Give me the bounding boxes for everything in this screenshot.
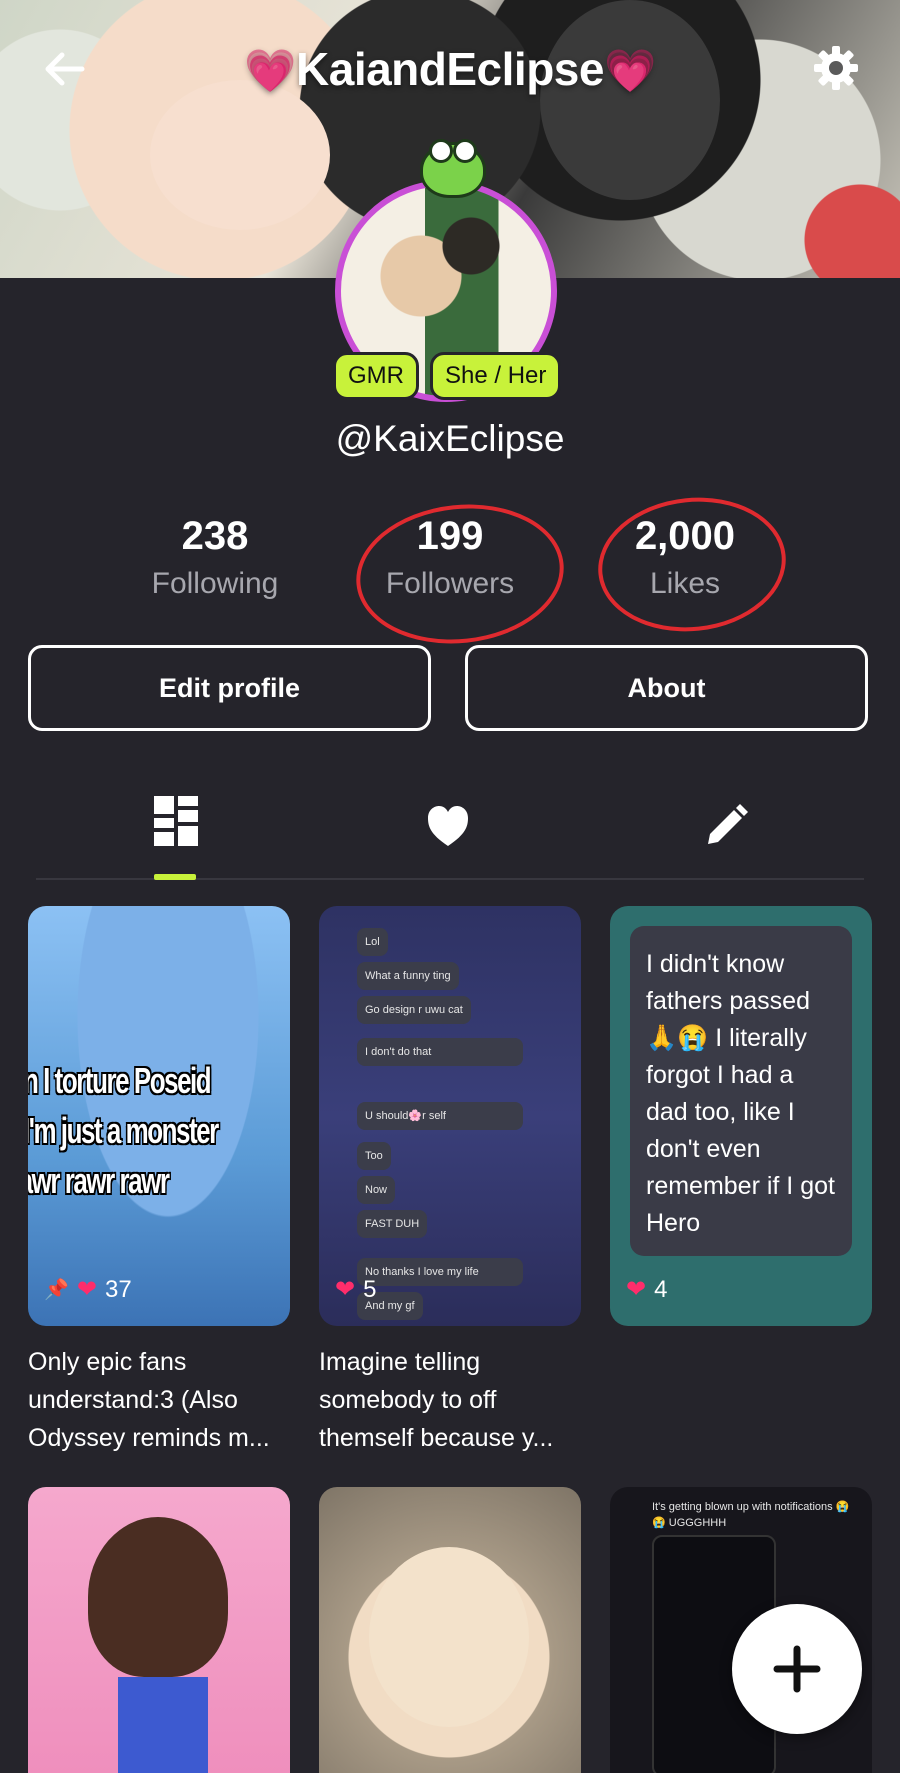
chat-bubble: FAST DUH bbox=[357, 1210, 428, 1238]
meme-text: en I torture Poseid t I'm just a monster… bbox=[28, 1056, 226, 1206]
stat-following[interactable]: 238 Following bbox=[105, 514, 325, 601]
heart-icon: ❤ bbox=[335, 1276, 356, 1303]
post-card[interactable]: en I torture Poseid t I'm just a monster… bbox=[28, 906, 290, 1326]
plus-icon bbox=[773, 1645, 821, 1693]
caption-line: Only epic fans bbox=[28, 1348, 187, 1376]
profile-tabs bbox=[36, 790, 864, 880]
chat-bubble: No thanks I love my life bbox=[357, 1258, 523, 1286]
heart-emoji: 💗 bbox=[244, 47, 297, 94]
post-meta: 📌 ❤ 37 bbox=[44, 1275, 132, 1304]
grid-icon bbox=[154, 796, 198, 846]
chat-bubble: Too bbox=[357, 1142, 391, 1170]
tab-drafts[interactable] bbox=[686, 790, 766, 878]
text-note: I didn't know fathers passed 🙏😭 I litera… bbox=[630, 926, 852, 1256]
meme-line: rawr rawr rawr bbox=[28, 1160, 170, 1201]
about-button[interactable]: About bbox=[465, 645, 868, 731]
like-count: 5 bbox=[363, 1275, 377, 1303]
chat-bubble: U should🌸r self bbox=[357, 1102, 523, 1130]
page-title: 💗KaiandEclipse💗 bbox=[0, 42, 900, 96]
meme-line: en I torture Poseid bbox=[28, 1060, 212, 1101]
heart-icon bbox=[428, 806, 468, 846]
post-card[interactable]: Lol What a funny ting Go design r uwu ca… bbox=[319, 906, 581, 1326]
badge-pronouns: She / Her bbox=[430, 352, 562, 400]
character-art bbox=[118, 1677, 208, 1773]
stat-value: 238 bbox=[181, 514, 249, 558]
stat-label: Following bbox=[151, 567, 279, 600]
post-caption[interactable]: Imagine telling somebody to off themself… bbox=[319, 1343, 589, 1457]
caption-line: somebody to off bbox=[319, 1386, 497, 1414]
pencil-icon bbox=[708, 804, 748, 844]
tab-posts[interactable] bbox=[136, 790, 216, 880]
post-card[interactable]: I didn't know fathers passed 🙏😭 I litera… bbox=[610, 906, 872, 1326]
caption-line: Odyssey reminds m... bbox=[28, 1424, 270, 1452]
post-caption[interactable]: Only epic fans understand:3 (Also Odysse… bbox=[28, 1343, 298, 1457]
badge-gmr: GMR bbox=[333, 352, 419, 400]
create-post-button[interactable] bbox=[732, 1604, 862, 1734]
post-card[interactable] bbox=[319, 1487, 581, 1773]
post-meta: ❤ 4 bbox=[626, 1275, 667, 1304]
caption-line: themself because y... bbox=[319, 1424, 554, 1452]
chat-bubble: I don't do that bbox=[357, 1038, 523, 1066]
chat-bubble: Now bbox=[357, 1176, 396, 1204]
caption-line: understand:3 (Also bbox=[28, 1386, 238, 1414]
chat-bubble: What a funny ting bbox=[357, 962, 459, 990]
chat-bubble: Lol bbox=[357, 928, 388, 956]
post-text: It's getting blown up with notifications… bbox=[652, 1501, 850, 1529]
meme-line: t I'm just a monster bbox=[28, 1110, 219, 1151]
character-art bbox=[88, 1517, 228, 1677]
frog-badge-icon bbox=[420, 139, 486, 198]
heart-icon: ❤ bbox=[76, 1276, 98, 1303]
like-count: 37 bbox=[105, 1275, 132, 1303]
active-tab-indicator bbox=[154, 874, 196, 880]
title-text: KaiandEclipse bbox=[296, 43, 604, 95]
kitten-photo bbox=[369, 1547, 529, 1727]
header-bar: 💗KaiandEclipse💗 bbox=[0, 0, 900, 135]
like-count: 4 bbox=[654, 1275, 668, 1303]
tab-liked[interactable] bbox=[408, 790, 488, 878]
heart-emoji: 💗 bbox=[603, 47, 656, 94]
post-card[interactable] bbox=[28, 1487, 290, 1773]
post-meta: ❤ 5 bbox=[335, 1275, 376, 1304]
heart-icon: ❤ bbox=[626, 1276, 647, 1303]
chat-bubble: Go design r uwu cat bbox=[357, 996, 471, 1024]
settings-gear-icon[interactable] bbox=[810, 42, 862, 94]
edit-profile-button[interactable]: Edit profile bbox=[28, 645, 431, 731]
pin-icon: 📌 bbox=[44, 1279, 69, 1301]
caption-line: Imagine telling bbox=[319, 1348, 481, 1376]
profile-handle: @KaixEclipse bbox=[335, 418, 565, 459]
red-annotation-circle bbox=[591, 488, 793, 641]
